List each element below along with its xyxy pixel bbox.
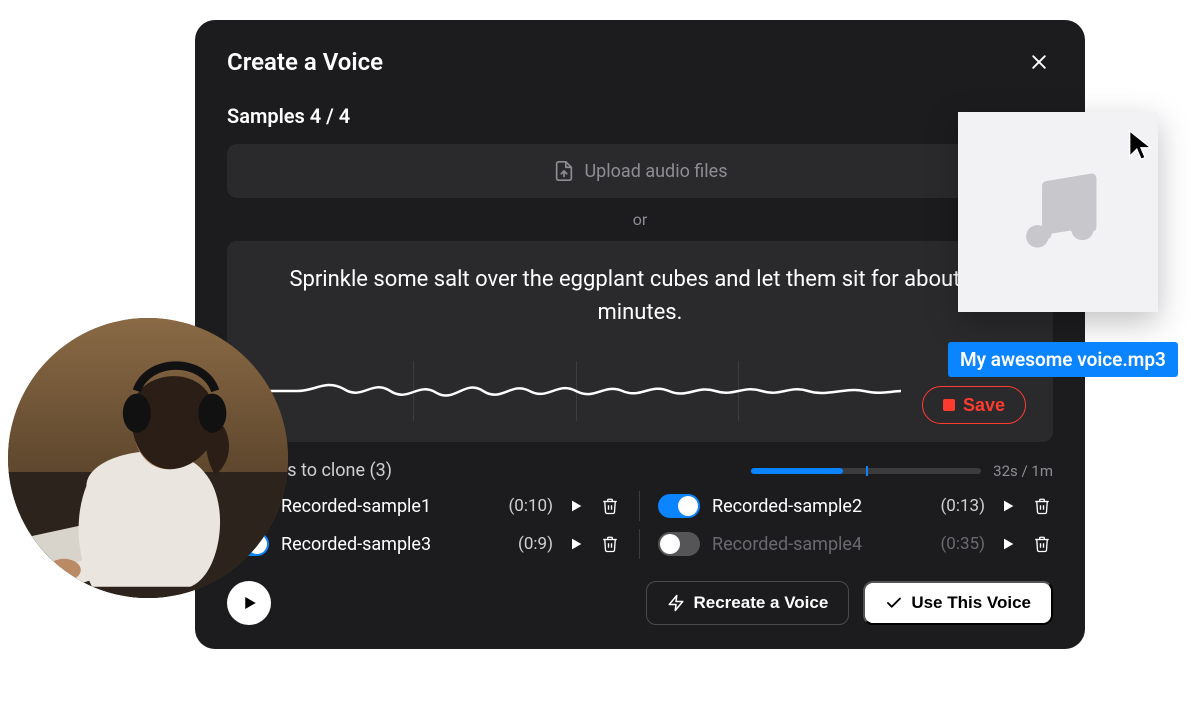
sample-name: Recorded-sample1: [281, 496, 496, 517]
recording-panel: Sprinkle some salt over the eggplant cub…: [227, 241, 1053, 442]
clone-section-header: Samples to clone (3) 32s / 1m: [227, 460, 1053, 481]
sample-duration: (0:35): [940, 534, 985, 554]
modal-footer: Recreate a Voice Use This Voice: [227, 581, 1053, 625]
progress-bar[interactable]: [751, 468, 981, 474]
file-upload-icon: [553, 160, 575, 182]
recreate-voice-button[interactable]: Recreate a Voice: [646, 581, 849, 625]
clone-progress: 32s / 1m: [751, 462, 1053, 480]
play-icon: [1000, 498, 1016, 514]
sample-duration: (0:9): [518, 534, 553, 554]
save-recording-button[interactable]: Save: [922, 386, 1026, 424]
play-sample-button[interactable]: [997, 495, 1019, 517]
waveform[interactable]: [251, 361, 901, 421]
check-icon: [885, 594, 903, 612]
sample-row: Recorded-sample3 (0:9): [227, 529, 640, 559]
samples-counter: Samples 4 / 4: [227, 104, 1053, 128]
sample-toggle[interactable]: [658, 532, 700, 556]
samples-list: Recorded-sample1 (0:10) Recorded-sample2…: [227, 491, 1053, 559]
sample-row: Recorded-sample2 (0:13): [640, 491, 1053, 521]
prompt-text: Sprinkle some salt over the eggplant cub…: [251, 263, 1029, 329]
play-icon: [568, 536, 584, 552]
modal-header: Create a Voice: [227, 48, 1053, 76]
lightning-icon: [667, 594, 685, 612]
progress-text: 32s / 1m: [993, 462, 1053, 480]
sample-name: Recorded-sample3: [281, 534, 506, 555]
upload-audio-button[interactable]: Upload audio files: [227, 144, 1053, 198]
trash-icon: [601, 497, 619, 515]
cursor-icon: [1124, 128, 1158, 162]
sample-row: Recorded-sample1 (0:10): [227, 491, 640, 521]
use-this-voice-button[interactable]: Use This Voice: [863, 581, 1053, 625]
modal-title: Create a Voice: [227, 48, 383, 76]
close-icon: [1029, 52, 1049, 72]
delete-sample-button[interactable]: [1031, 495, 1053, 517]
upload-label: Upload audio files: [585, 161, 728, 182]
delete-sample-button[interactable]: [1031, 533, 1053, 555]
avatar-image: [8, 318, 288, 598]
stop-icon: [943, 399, 955, 411]
delete-sample-button[interactable]: [599, 495, 621, 517]
save-label: Save: [963, 395, 1005, 416]
delete-sample-button[interactable]: [599, 533, 621, 555]
play-sample-button[interactable]: [565, 495, 587, 517]
sample-duration: (0:10): [508, 496, 553, 516]
music-note-icon: [1013, 167, 1103, 257]
trash-icon: [1033, 497, 1051, 515]
user-avatar: [8, 318, 288, 598]
sample-name: Recorded-sample4: [712, 534, 928, 555]
sample-duration: (0:13): [940, 496, 985, 516]
play-icon: [240, 594, 258, 612]
dragged-file-name: My awesome voice.mp3: [948, 342, 1178, 377]
progress-fill: [751, 468, 843, 474]
sample-name: Recorded-sample2: [712, 496, 928, 517]
sample-toggle[interactable]: [658, 494, 700, 518]
close-button[interactable]: [1025, 48, 1053, 76]
trash-icon: [601, 535, 619, 553]
play-sample-button[interactable]: [565, 533, 587, 555]
play-icon: [568, 498, 584, 514]
create-voice-modal: Create a Voice Samples 4 / 4 Upload audi…: [195, 20, 1085, 649]
sample-row: Recorded-sample4 (0:35): [640, 529, 1053, 559]
use-label: Use This Voice: [911, 593, 1031, 613]
preview-play-button[interactable]: [227, 581, 271, 625]
play-icon: [1000, 536, 1016, 552]
progress-marker: [866, 466, 868, 476]
waveform-row: 0:05 Save: [251, 357, 1029, 424]
recreate-label: Recreate a Voice: [693, 593, 828, 613]
or-separator: or: [227, 210, 1053, 229]
waveform-line: [251, 361, 901, 421]
play-sample-button[interactable]: [997, 533, 1019, 555]
trash-icon: [1033, 535, 1051, 553]
